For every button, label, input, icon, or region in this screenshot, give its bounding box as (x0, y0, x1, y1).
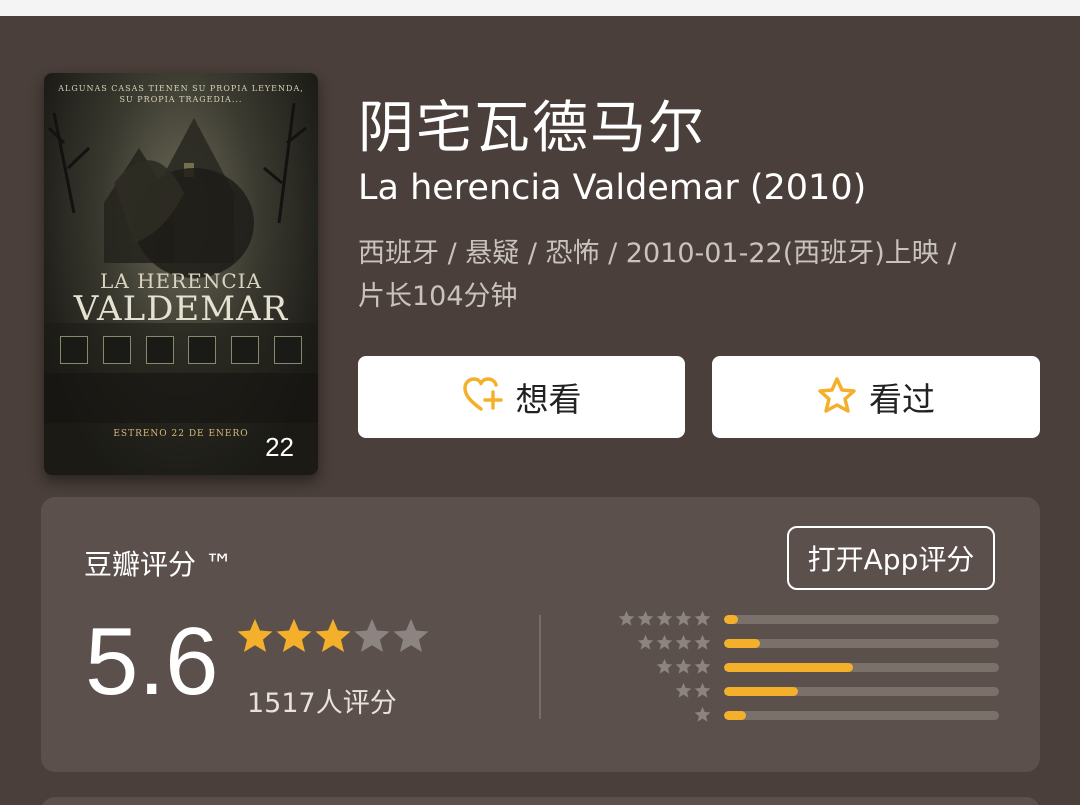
small-star-icon (694, 634, 711, 650)
distribution-bar-track (724, 687, 999, 696)
rating-card: 豆瓣评分 ™ 打开App评分 5.6 1517人评分 (41, 497, 1040, 772)
rating-distribution (611, 609, 1001, 729)
distribution-row-5-star (611, 609, 1001, 633)
distribution-bar-fill (724, 639, 760, 648)
star-empty-icon (354, 618, 390, 652)
poster-cast-row (60, 336, 302, 364)
small-star-icon (656, 634, 673, 650)
small-star-icon (675, 658, 692, 674)
meta-line-genres: 西班牙 / 悬疑 / 恐怖 / 2010-01-22(西班牙)上映 / (358, 238, 957, 269)
star-filled-icon (237, 618, 273, 652)
movie-meta: 西班牙 / 悬疑 / 恐怖 / 2010-01-22(西班牙)上映 / 片长10… (358, 232, 1048, 318)
small-star-icon (656, 658, 673, 674)
cast-photo (231, 336, 260, 364)
distribution-stars (637, 634, 711, 651)
next-card (41, 797, 1040, 805)
movie-title: 阴宅瓦德马尔 (358, 96, 706, 161)
star-filled-icon (276, 618, 312, 652)
poster-tagline: ALGUNAS CASAS TIENEN SU PROPIA LEYENDA, … (58, 84, 304, 104)
distribution-bar-fill (724, 711, 746, 720)
photo-count: 22 (265, 432, 294, 462)
distribution-bar-track (724, 615, 999, 624)
cast-photo (145, 336, 174, 364)
star-empty-icon (393, 618, 429, 652)
want-button-label: 想看 (515, 380, 582, 419)
distribution-row-3-star (611, 657, 1001, 681)
distribution-bar-fill (724, 615, 738, 624)
want-to-watch-button[interactable]: 想看 (358, 356, 685, 438)
small-star-icon (675, 610, 692, 626)
distribution-bar-track (724, 663, 999, 672)
small-star-icon (694, 658, 711, 674)
distribution-stars (618, 610, 711, 627)
distribution-row-1-star (611, 705, 1001, 729)
distribution-stars (675, 682, 711, 699)
small-star-icon (618, 610, 635, 626)
movie-poster[interactable]: ALGUNAS CASAS TIENEN SU PROPIA LEYENDA, … (44, 73, 318, 475)
poster-title-main: VALDEMAR (73, 289, 289, 329)
cast-photo (273, 336, 302, 364)
small-star-icon (656, 610, 673, 626)
distribution-bar-track (724, 711, 999, 720)
movie-page: ALGUNAS CASAS TIENEN SU PROPIA LEYENDA, … (0, 16, 1080, 805)
small-star-icon (694, 610, 711, 626)
distribution-row-4-star (611, 633, 1001, 657)
small-star-icon (675, 634, 692, 650)
rating-stars (236, 617, 430, 655)
cast-photo (102, 336, 131, 364)
movie-original-title: La herencia Valdemar (2010) (358, 168, 867, 208)
small-star-icon (637, 610, 654, 626)
rating-title: 豆瓣评分 ™ (84, 548, 233, 581)
distribution-bar-fill (724, 663, 854, 672)
small-star-icon (694, 706, 711, 722)
distribution-bar-fill (724, 687, 799, 696)
small-star-icon (675, 682, 692, 698)
distribution-stars (694, 706, 711, 723)
distribution-row-2-star (611, 681, 1001, 705)
watched-button[interactable]: 看过 (712, 356, 1040, 438)
small-star-icon (694, 682, 711, 698)
watched-button-label: 看过 (869, 380, 935, 419)
rating-count: 1517人评分 (247, 688, 397, 719)
cast-photo (60, 336, 88, 364)
open-app-rate-button[interactable]: 打开App评分 (787, 526, 995, 590)
distribution-bar-track (724, 639, 999, 648)
small-star-icon (637, 634, 654, 650)
cast-photo (188, 336, 217, 364)
meta-line-duration: 片长104分钟 (358, 281, 518, 312)
distribution-stars (656, 658, 711, 675)
star-filled-icon (315, 618, 351, 652)
rating-divider (539, 615, 541, 719)
star-outline-icon (817, 376, 857, 418)
rating-score: 5.6 (85, 608, 219, 715)
heart-plus-icon (462, 376, 504, 418)
